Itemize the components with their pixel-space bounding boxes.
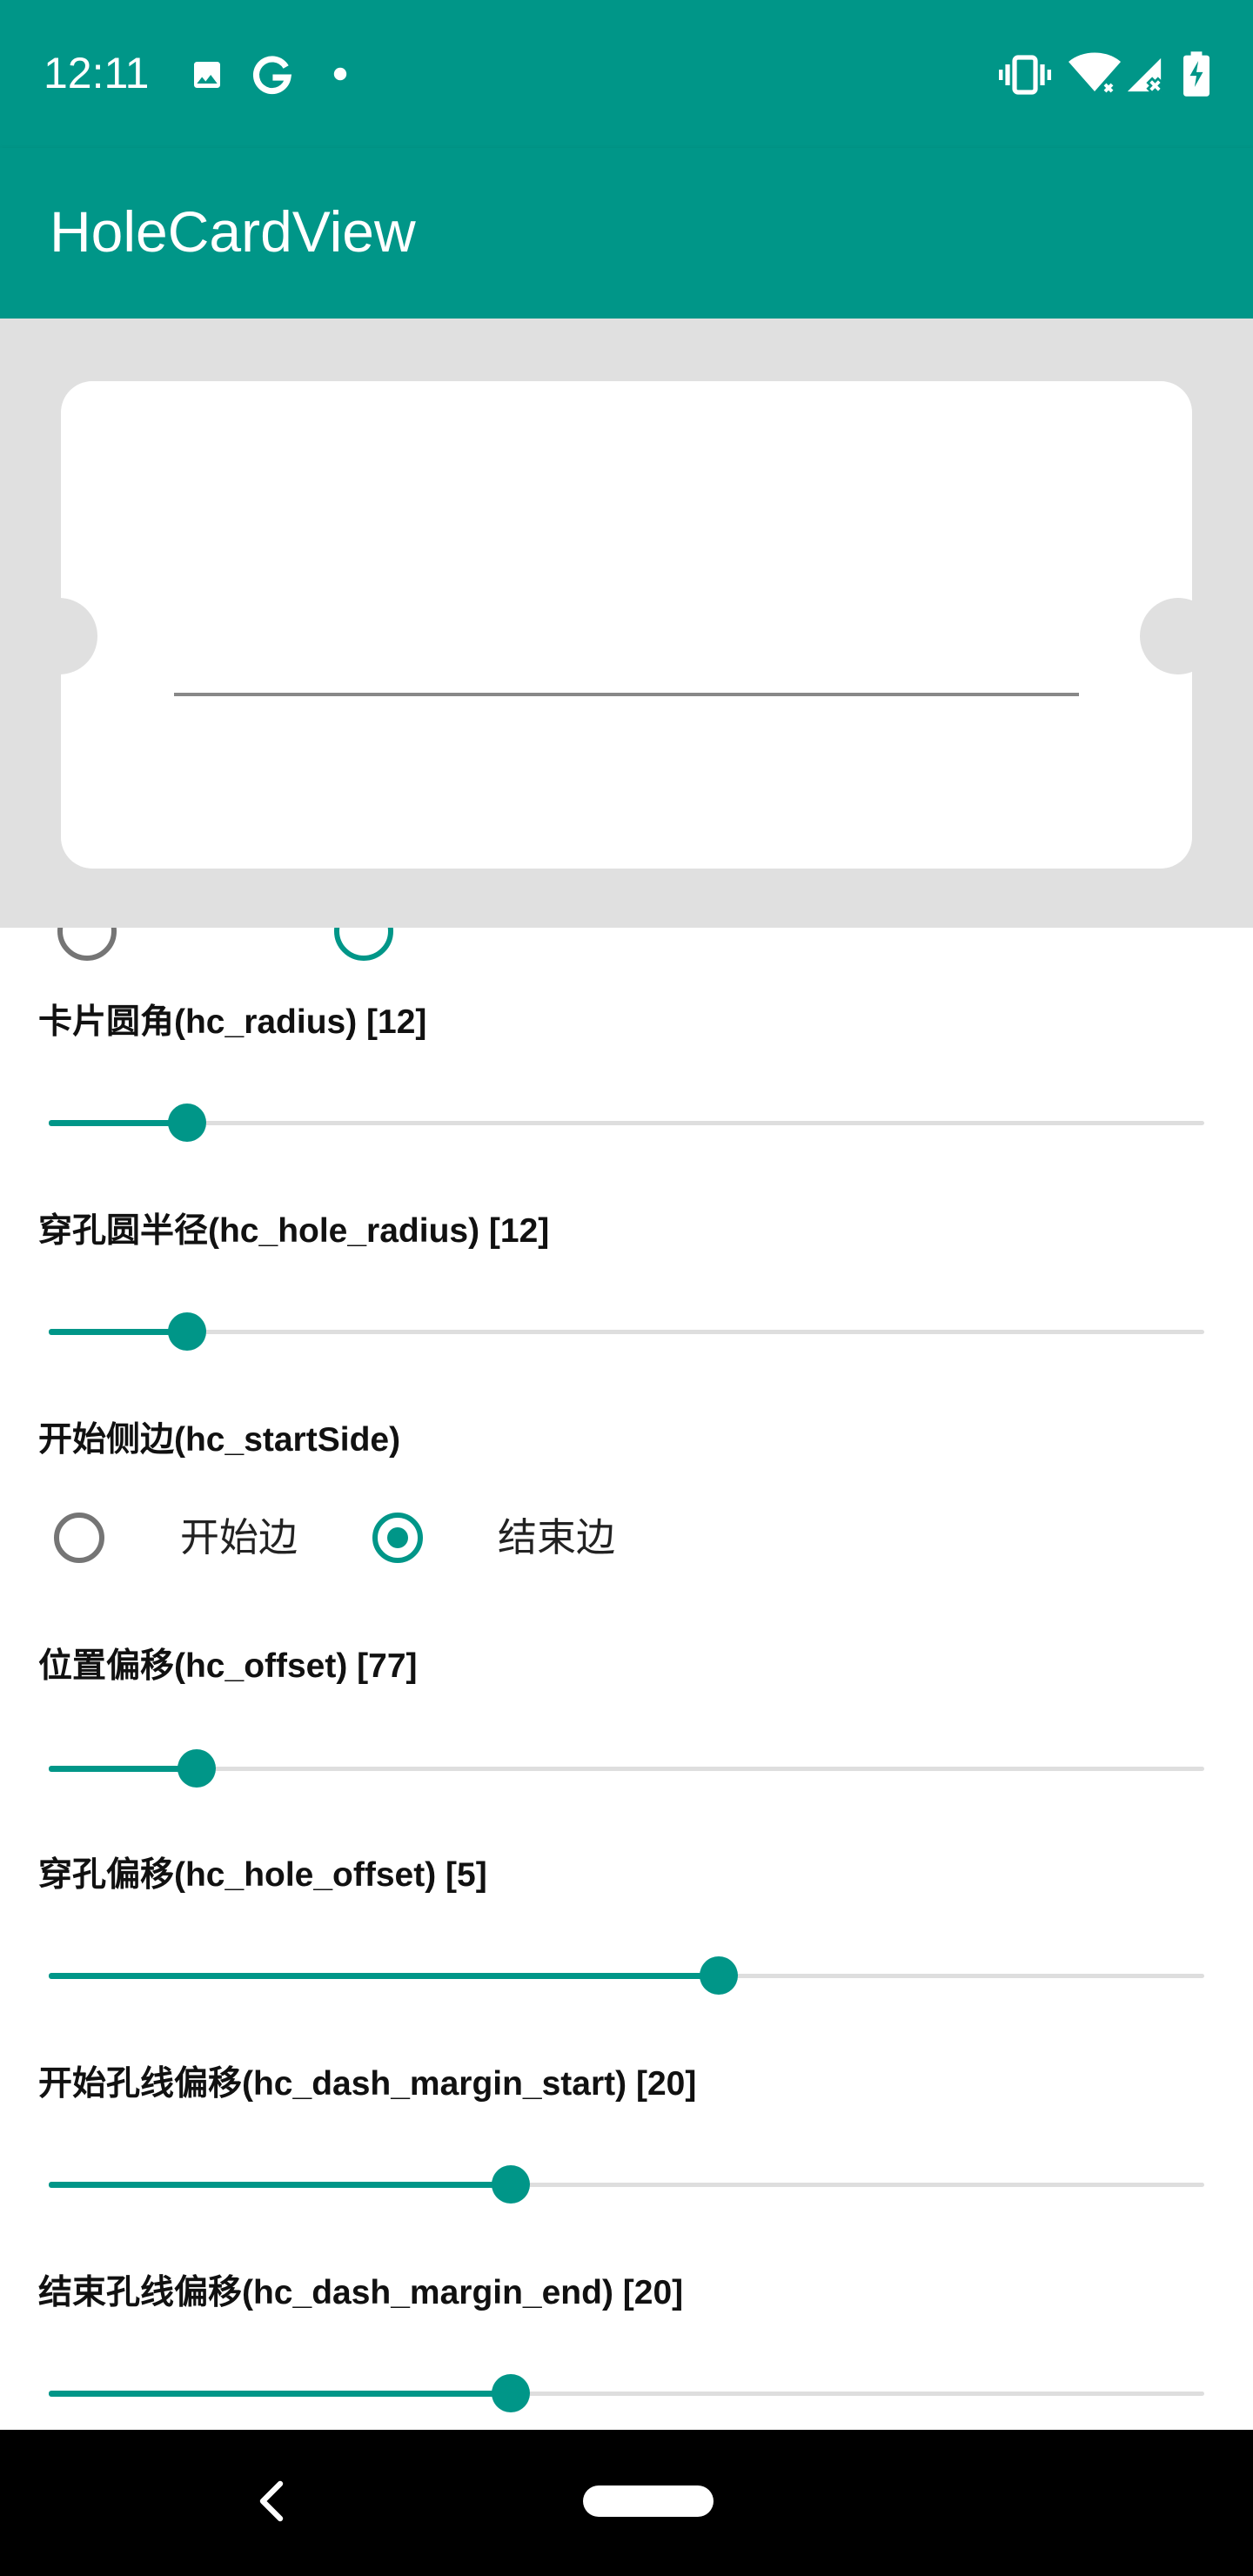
slider-hole-radius[interactable] [49,1305,1204,1358]
setting-label-dash-margin-start: 开始孔线偏移(hc_dash_margin_start) [20] [38,2065,697,2103]
slider-track [49,1767,1204,1771]
setting-label-hole-radius: 穿孔圆半径(hc_hole_radius) [12] [38,1212,550,1250]
radio-start-side[interactable] [54,1513,104,1563]
back-icon[interactable] [254,2479,289,2524]
slider-radius[interactable] [49,1097,1204,1149]
setting-label-start-side: 开始侧边(hc_startSide) [38,1421,401,1459]
radio-label-start-side[interactable]: 开始边 [180,1514,298,1561]
status-bar: 12:11 [0,0,1253,148]
slider-dash-margin-end[interactable] [49,2367,1204,2419]
slider-thumb[interactable] [492,2374,531,2412]
app-title: HoleCardView [50,199,416,264]
right-hole [1140,598,1216,674]
dot-icon [333,67,347,81]
status-time: 12:11 [44,49,150,97]
dash-line [174,693,1079,696]
scrolled-radio-unchecked[interactable] [57,928,117,961]
google-icon [253,56,292,95]
settings-list[interactable]: 卡片圆角(hc_radius) [12] 穿孔圆半径(hc_hole_radiu… [0,928,1253,2430]
slider-fill [49,2391,512,2397]
slider-hole-offset[interactable] [49,1949,1204,2002]
slider-fill [49,1120,188,1126]
setting-label-offset: 位置偏移(hc_offset) [77] [38,1647,418,1685]
app-bar: HoleCardView [0,148,1253,319]
radio-label-end-side[interactable]: 结束边 [498,1514,615,1561]
image-icon [194,62,220,88]
setting-label-radius: 卡片圆角(hc_radius) [12] [38,1003,427,1041]
slider-fill [49,2182,512,2188]
setting-label-hole-offset: 穿孔偏移(hc_hole_offset) [5] [38,1856,487,1894]
slider-thumb[interactable] [492,2165,531,2204]
slider-dash-margin-start[interactable] [49,2158,1204,2210]
card-preview-area [0,319,1253,928]
radio-end-side[interactable] [372,1513,423,1563]
slider-offset[interactable] [49,1742,1204,1794]
slider-thumb[interactable] [168,1312,207,1351]
wifi-icon [1069,52,1121,96]
start-side-radio-group: 开始边 结束边 [0,1506,1253,1584]
slider-thumb[interactable] [177,1749,216,1788]
home-pill-icon[interactable] [583,2485,714,2517]
slider-track [49,1330,1204,1334]
slider-thumb[interactable] [168,1104,207,1142]
battery-icon [1183,51,1209,97]
signal-icon [1127,57,1164,95]
setting-label-dash-margin-end: 结束孔线偏移(hc_dash_margin_end) [20] [38,2274,684,2311]
slider-track [49,1121,1204,1125]
slider-fill [49,1329,188,1335]
slider-thumb[interactable] [700,1956,739,1995]
slider-fill [49,1766,197,1772]
hole-card-preview [21,381,1216,869]
left-hole [21,598,97,674]
navigation-bar [0,2430,1253,2576]
scrolled-radio-checked[interactable] [334,928,393,961]
slider-fill [49,1973,720,1979]
vibrate-icon [999,55,1051,95]
